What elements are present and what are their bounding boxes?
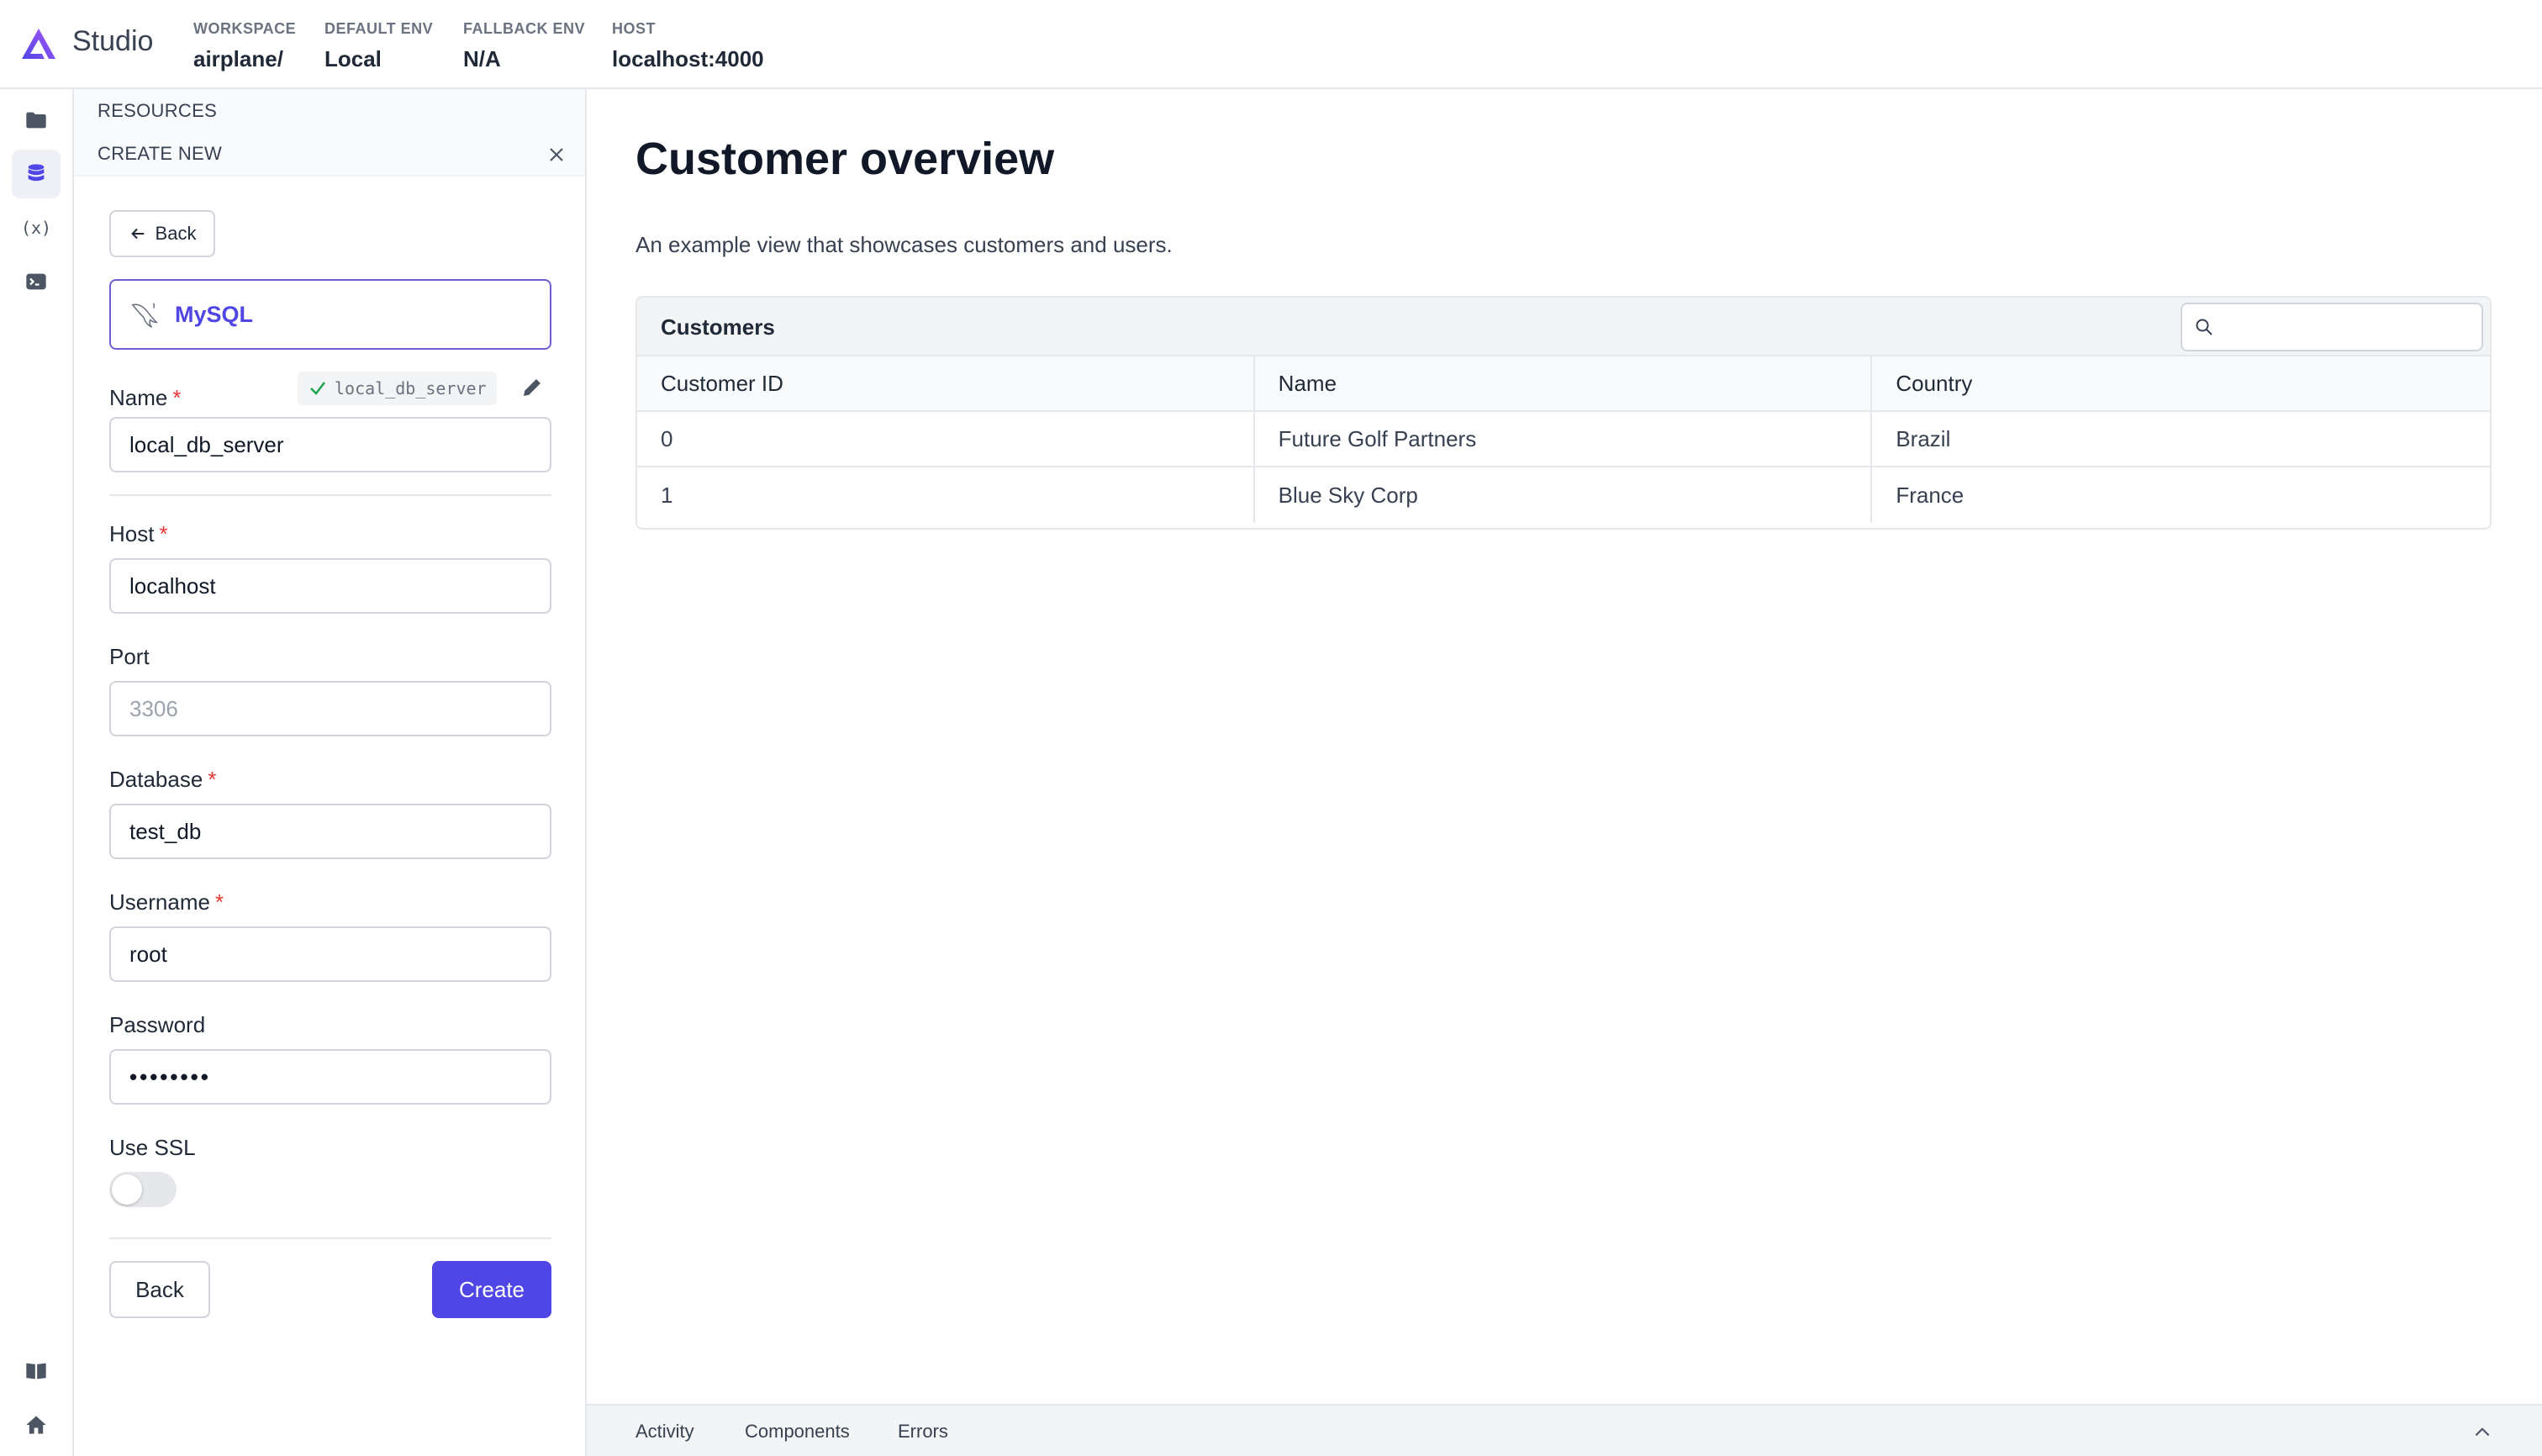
arrow-left-icon	[130, 228, 144, 240]
mysql-dolphin-icon	[131, 303, 159, 328]
username-field-label: Username *	[109, 889, 224, 915]
resource-type-card[interactable]: MySQL	[109, 279, 551, 350]
column-header-customer-id[interactable]: Customer ID	[637, 356, 1255, 410]
slug-badge: local_db_server	[298, 372, 497, 405]
debug-footer: Activity Components Errors	[587, 1404, 2542, 1456]
required-asterisk: *	[214, 889, 224, 915]
username-label-text: Username	[109, 889, 210, 915]
rail-docs-button[interactable]	[12, 1347, 61, 1395]
variables-icon: (x)	[20, 218, 52, 238]
customers-table: Customers Customer ID Name Country 0 Fut…	[636, 296, 2492, 530]
cell-name: Future Golf Partners	[1255, 412, 1873, 466]
host-field-label: Host *	[109, 521, 168, 547]
host-input[interactable]: localhost	[109, 558, 551, 614]
table-search[interactable]	[2181, 303, 2483, 351]
rail-resources-button[interactable]	[12, 150, 61, 198]
tab-errors[interactable]: Errors	[898, 1421, 948, 1443]
resources-section-header[interactable]: RESOURCES	[74, 89, 585, 133]
port-label-text: Port	[109, 644, 150, 669]
name-input[interactable]: local_db_server	[109, 417, 551, 472]
icon-rail: (x)	[0, 89, 74, 1456]
cell-country: Brazil	[1896, 425, 1951, 451]
port-input[interactable]: 3306	[109, 681, 551, 736]
back-button[interactable]: Back	[109, 1261, 210, 1318]
toggle-knob	[112, 1174, 142, 1205]
app-brand: Studio	[72, 25, 154, 57]
rail-variables-button[interactable]: (x)	[12, 203, 61, 252]
cell-country: France	[1896, 482, 1965, 508]
tab-activity[interactable]: Activity	[636, 1421, 694, 1443]
database-field-label: Database *	[109, 767, 216, 793]
book-icon	[26, 1363, 46, 1380]
cell-customer-id: 1	[637, 467, 1255, 523]
edit-slug-pencil-icon[interactable]	[519, 375, 545, 400]
default-env-info: DEFAULT ENV Local	[324, 20, 433, 72]
airplane-logo-icon	[22, 29, 55, 59]
table-search-input[interactable]	[2223, 316, 2466, 338]
check-icon	[310, 382, 325, 395]
terminal-icon	[26, 273, 46, 290]
column-header-name[interactable]: Name	[1255, 356, 1873, 410]
required-asterisk: *	[159, 521, 168, 546]
page-description: An example view that showcases customers…	[636, 232, 1173, 257]
close-icon[interactable]	[546, 145, 567, 165]
default-env-label: DEFAULT ENV	[324, 20, 434, 37]
table-header-row: Customer ID Name Country	[637, 356, 2490, 412]
port-field-label: Port	[109, 644, 150, 670]
cell-customer-id: 0	[637, 412, 1255, 466]
cell-name: Blue Sky Corp	[1255, 467, 1873, 523]
table-header-bar: Customers	[637, 298, 2490, 356]
use-ssl-label-text: Use SSL	[109, 1135, 196, 1160]
rail-files-button[interactable]	[12, 96, 61, 145]
home-icon	[26, 1416, 46, 1434]
default-env-value: Local	[324, 46, 382, 71]
section-divider	[109, 1237, 551, 1239]
fallback-env-value: N/A	[463, 46, 501, 71]
database-icon	[28, 164, 45, 182]
resource-type-label: MySQL	[175, 301, 254, 327]
database-label-text: Database	[109, 767, 203, 792]
table-row[interactable]: 0 Future Golf Partners Brazil	[637, 412, 2490, 467]
create-new-label: CREATE NEW	[98, 143, 223, 164]
create-resource-panel: RESOURCES CREATE NEW Back MySQL Name * lo…	[74, 89, 587, 1456]
name-label-text: Name	[109, 385, 168, 410]
username-input[interactable]: root	[109, 926, 551, 982]
search-icon	[2196, 319, 2212, 335]
host-info: HOST localhost:4000	[612, 20, 764, 72]
top-bar: Studio WORKSPACE airplane/ DEFAULT ENV L…	[0, 0, 2542, 89]
workspace-label: WORKSPACE	[193, 20, 297, 37]
password-input[interactable]: ••••••••	[109, 1049, 551, 1105]
workspace-info: WORKSPACE airplane/	[193, 20, 296, 72]
back-label: Back	[155, 223, 197, 244]
section-divider	[109, 494, 551, 496]
use-ssl-toggle[interactable]	[109, 1172, 177, 1207]
create-button[interactable]: Create	[432, 1261, 551, 1318]
password-label-text: Password	[109, 1012, 206, 1037]
host-label: HOST	[612, 20, 657, 37]
required-asterisk: *	[172, 385, 182, 410]
database-input[interactable]: test_db	[109, 804, 551, 859]
rail-terminal-button[interactable]	[12, 257, 61, 306]
host-value: localhost:4000	[612, 46, 764, 71]
back-button-top[interactable]: Back	[109, 210, 215, 257]
main-view: Customer overview An example view that s…	[587, 89, 2542, 1404]
create-new-header: CREATE NEW	[74, 133, 585, 177]
page-title: Customer overview	[636, 134, 1055, 184]
column-header-country[interactable]: Country	[1872, 356, 2490, 410]
chevron-up-icon[interactable]	[2471, 1421, 2493, 1443]
slug-value: local_db_server	[335, 378, 487, 398]
host-label-text: Host	[109, 521, 155, 546]
rail-home-button[interactable]	[12, 1401, 61, 1449]
table-title: Customers	[661, 314, 775, 340]
table-row[interactable]: 1 Blue Sky Corp France	[637, 467, 2490, 523]
fallback-env-info: FALLBACK ENV N/A	[463, 20, 585, 72]
folder-icon	[26, 112, 46, 129]
use-ssl-field-label: Use SSL	[109, 1135, 196, 1161]
password-field-label: Password	[109, 1012, 205, 1038]
tab-components[interactable]: Components	[745, 1421, 850, 1443]
required-asterisk: *	[208, 767, 217, 792]
workspace-value: airplane/	[193, 46, 283, 71]
fallback-env-label: FALLBACK ENV	[463, 20, 585, 37]
name-label: Name *	[109, 385, 181, 411]
